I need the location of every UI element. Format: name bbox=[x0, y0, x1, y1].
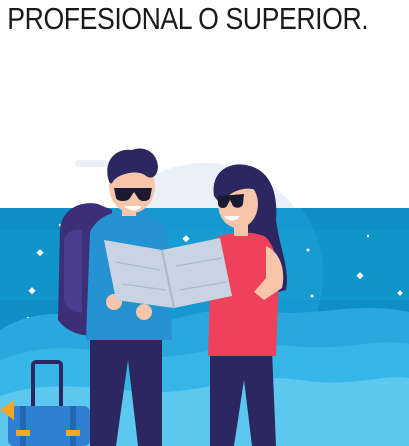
travelers-illustration bbox=[0, 148, 409, 446]
halo-dash-top bbox=[75, 160, 109, 167]
man-hand bbox=[136, 304, 152, 320]
